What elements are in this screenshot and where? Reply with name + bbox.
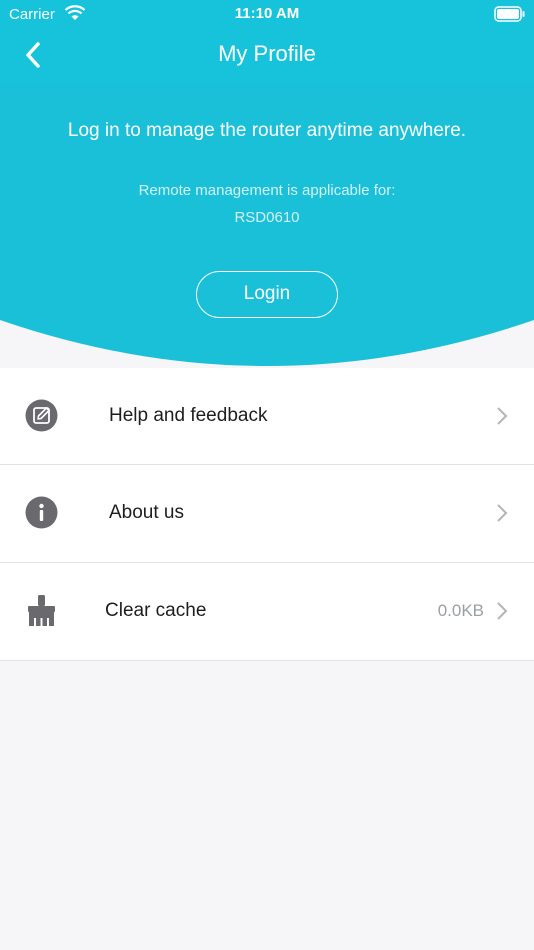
cache-size-value: 0.0KB	[437, 601, 484, 620]
menu-item-about-us[interactable]: About us	[0, 465, 534, 563]
chevron-right-icon	[497, 602, 508, 620]
navigation-bar: My Profile	[0, 28, 534, 82]
menu-item-label: Help and feedback	[109, 405, 268, 426]
menu-item-label: Clear cache	[105, 600, 207, 621]
chevron-right-icon	[497, 407, 508, 425]
menu-item-clear-cache[interactable]: Clear cache 0.0KB	[0, 563, 534, 661]
menu-item-help-feedback[interactable]: Help and feedback	[0, 368, 534, 465]
login-button[interactable]: Login	[196, 271, 338, 318]
profile-menu: Help and feedback About us Clear cache 0…	[0, 368, 534, 661]
menu-item-label: About us	[109, 502, 184, 523]
login-prompt: Log in to manage the router anytime anyw…	[67, 120, 467, 141]
info-icon	[25, 496, 58, 529]
router-model: RSD0610	[234, 209, 300, 226]
brush-icon	[28, 595, 55, 626]
page-title: My Profile	[218, 41, 316, 66]
status-bar: Carrier 11:10 AM	[0, 0, 534, 28]
remote-management-note: Remote management is applicable for:	[138, 182, 396, 199]
battery-icon	[494, 6, 525, 22]
clock: 11:10 AM	[234, 5, 300, 22]
edit-icon	[25, 399, 58, 432]
chevron-right-icon	[497, 504, 508, 522]
